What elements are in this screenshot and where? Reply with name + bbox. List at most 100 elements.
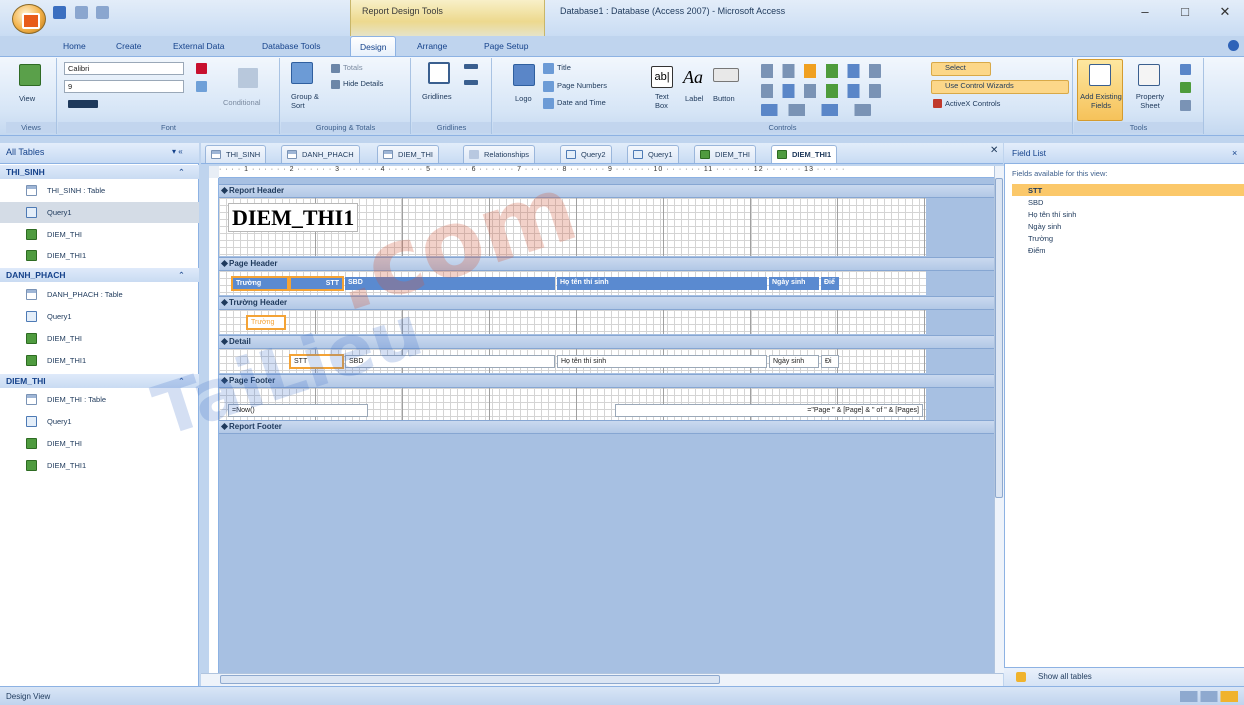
font-name-select[interactable]: Calibri bbox=[64, 62, 184, 75]
nav-item[interactable]: DIEM_THI1 bbox=[0, 350, 199, 371]
collapse-icon[interactable]: ⌃ bbox=[178, 268, 185, 282]
fill-color-icon[interactable] bbox=[196, 81, 207, 92]
totals-button[interactable]: Totals bbox=[343, 63, 363, 72]
control-toolbox-row2[interactable] bbox=[761, 84, 881, 98]
page-header-label-truong[interactable]: Trường bbox=[231, 276, 289, 291]
use-control-wizards-button[interactable]: Use Control Wizards bbox=[945, 81, 1014, 90]
page-header-bar[interactable]: Page Header bbox=[219, 257, 994, 271]
control-toolbox-row1[interactable] bbox=[761, 64, 881, 78]
page-header-label-stt[interactable]: STT bbox=[289, 276, 344, 291]
detail-field-stt[interactable]: STT bbox=[289, 354, 344, 369]
detail-field-sbd[interactable]: SBD bbox=[345, 355, 555, 368]
label-button[interactable]: Label bbox=[685, 94, 703, 103]
nav-header[interactable]: All Tables ▾ « bbox=[0, 143, 199, 164]
group-sort-icon[interactable] bbox=[291, 62, 313, 84]
redo-icon[interactable] bbox=[96, 6, 110, 19]
view-icon[interactable] bbox=[19, 64, 41, 86]
nav-item[interactable]: DANH_PHACH : Table bbox=[0, 284, 199, 305]
font-color-icon[interactable] bbox=[196, 63, 207, 74]
field-item[interactable]: Điểm bbox=[1028, 245, 1046, 256]
field-item[interactable]: Trường bbox=[1028, 233, 1053, 244]
date-time-button[interactable]: Date and Time bbox=[557, 98, 606, 107]
title-button[interactable]: Title bbox=[557, 63, 571, 72]
nav-group-thi-sinh[interactable]: THI_SINH ⌃ bbox=[0, 165, 199, 179]
nav-group-danh-phach[interactable]: DANH_PHACH ⌃ bbox=[0, 268, 199, 282]
detail-field-ho-ten[interactable]: Họ tên thí sinh bbox=[557, 355, 767, 368]
group-header-section[interactable] bbox=[219, 310, 926, 334]
button-button[interactable]: Button bbox=[713, 94, 735, 103]
doc-tab-thi-sinh[interactable]: THI_SINH bbox=[205, 145, 267, 163]
close-button[interactable]: ✕ bbox=[1210, 2, 1240, 22]
doc-tab-diem-thi1[interactable]: DIEM_THI1 bbox=[771, 145, 838, 163]
vertical-scroll-thumb[interactable] bbox=[995, 178, 1003, 498]
undo-icon[interactable] bbox=[74, 6, 88, 19]
nav-item[interactable]: Query1 bbox=[0, 202, 199, 223]
maximize-button[interactable]: □ bbox=[1170, 2, 1200, 22]
date-time-icon[interactable] bbox=[543, 98, 554, 109]
property-sheet-button[interactable]: Property Sheet bbox=[1130, 92, 1170, 110]
gridlines-icon[interactable] bbox=[428, 62, 450, 84]
logo-button[interactable]: Logo bbox=[515, 94, 532, 103]
collapse-icon[interactable]: ⌃ bbox=[178, 165, 185, 179]
horizontal-ruler[interactable]: · · · · 1 · · · · · · 2 · · · · · · 3 · … bbox=[219, 166, 994, 178]
report-footer-bar[interactable]: Report Footer bbox=[219, 420, 994, 434]
select-button[interactable]: Select bbox=[945, 63, 966, 72]
show-all-tables-link[interactable]: Show all tables bbox=[1038, 672, 1092, 681]
tab-design[interactable]: Design bbox=[350, 36, 397, 56]
tab-arrange[interactable]: Arrange bbox=[408, 36, 456, 56]
footer-now-field[interactable]: =Now() bbox=[228, 404, 368, 417]
group-sort-label[interactable]: Group & Sort bbox=[291, 92, 327, 110]
line-width-icon[interactable] bbox=[464, 64, 478, 69]
field-item[interactable]: Ngày sinh bbox=[1028, 221, 1061, 232]
nav-item[interactable]: DIEM_THI1 bbox=[0, 245, 199, 266]
nav-item[interactable]: DIEM_THI bbox=[0, 224, 199, 245]
view-switcher-icons[interactable] bbox=[1180, 691, 1238, 702]
nav-group-diem-thi[interactable]: DIEM_THI ⌃ bbox=[0, 374, 199, 388]
nav-item[interactable]: Query1 bbox=[0, 306, 199, 327]
nav-item[interactable]: DIEM_THI bbox=[0, 433, 199, 454]
page-numbers-button[interactable]: Page Numbers bbox=[557, 81, 607, 90]
field-item[interactable]: STT bbox=[1028, 185, 1042, 196]
label-icon[interactable]: Aa bbox=[683, 66, 705, 88]
page-footer-bar[interactable]: Page Footer bbox=[219, 374, 994, 388]
ruler-corner[interactable] bbox=[209, 166, 219, 178]
nav-item[interactable]: DIEM_THI1 bbox=[0, 455, 199, 476]
page-numbers-icon[interactable] bbox=[543, 81, 554, 92]
property-sheet-icon[interactable] bbox=[1138, 64, 1160, 86]
vertical-ruler[interactable] bbox=[209, 178, 219, 673]
activex-icon[interactable] bbox=[933, 99, 942, 108]
tab-page-setup[interactable]: Page Setup bbox=[475, 36, 537, 56]
page-header-label-ngay-sinh[interactable]: Ngày sinh bbox=[769, 277, 819, 290]
group-field-truong[interactable]: Trường bbox=[246, 315, 286, 330]
gridlines-button[interactable]: Gridlines bbox=[422, 92, 452, 101]
close-document-icon[interactable]: ✕ bbox=[990, 145, 998, 156]
hide-details-icon[interactable] bbox=[331, 80, 340, 89]
totals-icon[interactable] bbox=[331, 64, 340, 73]
report-header-bar[interactable]: Report Header bbox=[219, 184, 994, 198]
conditional-button[interactable]: Conditional bbox=[223, 98, 261, 107]
control-toolbox-row3[interactable] bbox=[761, 104, 871, 116]
save-icon[interactable] bbox=[53, 6, 66, 19]
field-item[interactable]: Họ tên thí sinh bbox=[1028, 209, 1076, 220]
line-style-icon[interactable] bbox=[464, 80, 478, 85]
nav-item[interactable]: Query1 bbox=[0, 411, 199, 432]
text-box-icon[interactable]: ab| bbox=[651, 66, 673, 88]
tab-order-icon[interactable] bbox=[1180, 82, 1191, 93]
nav-item[interactable]: DIEM_THI : Table bbox=[0, 389, 199, 410]
help-icon[interactable] bbox=[1228, 40, 1239, 51]
align-icons[interactable] bbox=[68, 100, 98, 108]
tab-database-tools[interactable]: Database Tools bbox=[253, 36, 329, 56]
hide-details-button[interactable]: Hide Details bbox=[343, 79, 383, 88]
doc-tab-query1[interactable]: Query1 bbox=[627, 145, 679, 163]
office-button[interactable] bbox=[12, 4, 46, 34]
close-icon[interactable]: × bbox=[1232, 143, 1237, 164]
show-all-tables-icon[interactable] bbox=[1016, 672, 1026, 682]
activex-button[interactable]: ActiveX Controls bbox=[945, 99, 1000, 108]
logo-icon[interactable] bbox=[513, 64, 535, 86]
title-icon[interactable] bbox=[543, 63, 554, 74]
doc-tab-diem-thi-table[interactable]: DIEM_THI bbox=[377, 145, 440, 163]
nav-item[interactable]: THI_SINH : Table bbox=[0, 180, 199, 201]
page-header-label-sbd[interactable]: SBD bbox=[345, 277, 555, 290]
footer-pages-field[interactable]: ="Page " & [Page] & " of " & [Pages] bbox=[615, 404, 923, 417]
detail-bar[interactable]: Detail bbox=[219, 335, 994, 349]
